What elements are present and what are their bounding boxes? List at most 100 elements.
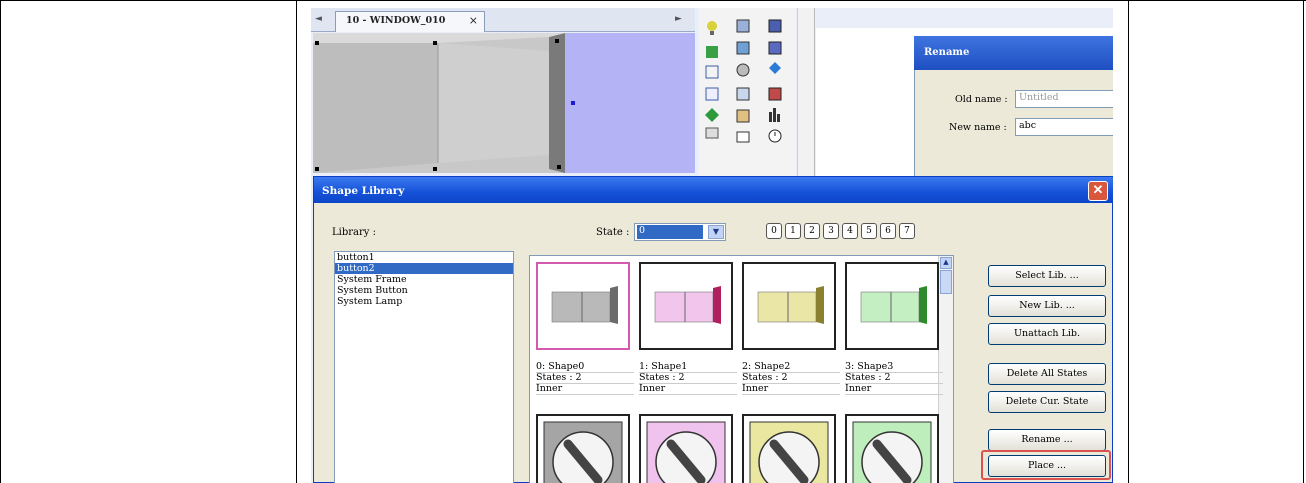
knob-preview-icon <box>749 421 829 483</box>
knob-shape-thumbnail[interactable] <box>639 414 733 483</box>
shape-preview-icon <box>551 286 618 324</box>
state-button-0[interactable]: 0 <box>766 223 782 239</box>
library-list-item[interactable]: button2 <box>335 263 513 274</box>
knob-shape-thumbnail[interactable] <box>536 414 630 483</box>
knob-preview-icon <box>852 421 932 483</box>
bar-chart-icon <box>769 108 780 122</box>
state-button-7[interactable]: 7 <box>899 223 915 239</box>
tab-label: 10 - WINDOW_010 <box>346 15 446 26</box>
shape-type: Inner <box>742 384 840 395</box>
shape-type: Inner <box>845 384 943 395</box>
selection-area <box>565 33 695 173</box>
tab-window-010[interactable]: 10 - WINDOW_010 × <box>335 11 485 32</box>
list-icon <box>736 87 750 101</box>
scroll-thumb[interactable] <box>940 270 952 294</box>
library-list-item[interactable]: button1 <box>335 252 513 263</box>
toolbar-icons <box>705 19 782 143</box>
unattach-lib-button[interactable]: Unattach Lib. <box>988 323 1106 345</box>
tab-next-arrow-icon[interactable]: ► <box>675 14 682 24</box>
library-list-item[interactable]: System Button <box>335 285 513 296</box>
resize-handle[interactable] <box>571 101 575 105</box>
shape-thumbnail[interactable] <box>639 262 733 350</box>
state-select-value: 0 <box>637 225 703 239</box>
button-shape-preview <box>313 33 565 173</box>
knob-shape-thumbnail[interactable] <box>845 414 939 483</box>
shape-thumbnail[interactable] <box>845 262 939 350</box>
page-top-rule <box>0 0 1306 1</box>
chart-icon <box>736 41 750 55</box>
screenshot: ◄ 10 - WINDOW_010 × ► Rename Old name: … <box>311 8 1113 483</box>
gear-icon <box>736 63 750 77</box>
page-left-rule <box>0 0 1 483</box>
switch-icon <box>706 46 718 58</box>
monitor-icon <box>768 19 782 33</box>
screen-icon <box>768 41 782 55</box>
new-lib-button[interactable]: New Lib. ... <box>988 295 1106 317</box>
pen-icon <box>736 109 750 123</box>
library-list[interactable]: button1 button2 System Frame System Button S… <box>334 251 514 483</box>
graph-icon <box>768 87 782 101</box>
page-divider-right <box>1128 0 1129 483</box>
timer-icon <box>768 129 782 143</box>
delete-cur-state-button[interactable]: Delete Cur. State <box>988 391 1106 413</box>
library-list-item[interactable]: System Frame <box>335 274 513 285</box>
old-name-label: Old name : <box>955 94 1008 105</box>
place-button[interactable]: Place ... <box>988 455 1106 477</box>
state-button-2[interactable]: 2 <box>804 223 820 239</box>
keypad-icon <box>705 127 719 139</box>
shape-caption: 1: Shape1 States : 2 Inner <box>639 362 737 395</box>
shape-type: Inner <box>639 384 737 395</box>
chevron-down-icon[interactable]: ▼ <box>708 225 724 239</box>
shape-grid[interactable]: ▲ 0: Shape0 States : 2 Inner 1: Shape1 State… <box>529 255 954 483</box>
new-name-field[interactable]: abc <box>1015 118 1113 136</box>
knob-preview-icon <box>646 421 726 483</box>
rename-button[interactable]: Rename ... <box>988 429 1106 451</box>
shape-caption: 0: Shape0 States : 2 Inner <box>536 362 634 395</box>
knob-preview-icon <box>543 421 623 483</box>
library-label: Library : <box>332 227 376 238</box>
dialog-title-bar: Shape Library <box>314 177 1113 203</box>
dialog-title: Shape Library <box>322 185 405 197</box>
shape-thumbnail[interactable] <box>536 262 630 350</box>
knob-shape-thumbnail[interactable] <box>742 414 836 483</box>
state-button-5[interactable]: 5 <box>861 223 877 239</box>
old-name-field[interactable]: Untitled <box>1015 90 1113 108</box>
vertical-toolbar <box>797 8 815 183</box>
state-button-6[interactable]: 6 <box>880 223 896 239</box>
state-button-1[interactable]: 1 <box>785 223 801 239</box>
library-list-item[interactable]: System Lamp <box>335 296 513 307</box>
shape-caption: 2: Shape2 States : 2 Inner <box>742 362 840 395</box>
state-button-4[interactable]: 4 <box>842 223 858 239</box>
state-label: State : <box>596 227 630 238</box>
shape-preview-icon <box>860 286 927 324</box>
diamond-icon <box>705 108 719 122</box>
shape-caption: 3: Shape3 States : 2 Inner <box>845 362 943 395</box>
tab-close-icon[interactable]: × <box>469 14 478 27</box>
page-right-rule <box>1303 0 1304 483</box>
close-icon[interactable]: ✕ <box>1088 181 1108 201</box>
scroll-up-icon[interactable]: ▲ <box>940 257 952 269</box>
select-lib-button[interactable]: Select Lib. ... <box>988 265 1106 287</box>
page-divider-left <box>296 0 297 483</box>
numeric-icon <box>705 87 719 101</box>
bulb-icon <box>707 21 717 35</box>
rename-dialog: Old name : Untitled New name : abc <box>914 70 1113 182</box>
new-name-label: New name : <box>949 122 1007 133</box>
editor-tab-bar: ◄ 10 - WINDOW_010 × ► <box>311 8 695 32</box>
state-button-3[interactable]: 3 <box>823 223 839 239</box>
shape-type: Inner <box>536 384 634 395</box>
clock-panel-icon <box>705 65 719 79</box>
design-canvas[interactable] <box>313 33 565 173</box>
shape-toolbar <box>699 8 796 176</box>
tab-prev-arrow-icon[interactable]: ◄ <box>315 14 322 24</box>
delete-all-states-button[interactable]: Delete All States <box>988 363 1106 385</box>
shape-preview-icon <box>757 286 824 324</box>
shape-preview-icon <box>654 286 721 324</box>
state-select[interactable]: 0 ▼ <box>634 223 726 241</box>
shape-library-dialog: Shape Library ✕ Library : button1 button2… <box>313 176 1113 483</box>
move-icon <box>769 62 781 74</box>
shape-thumbnail[interactable] <box>742 262 836 350</box>
window-icon <box>736 131 750 143</box>
table-icon <box>736 19 750 33</box>
rename-dialog-title: Rename <box>914 36 1113 70</box>
